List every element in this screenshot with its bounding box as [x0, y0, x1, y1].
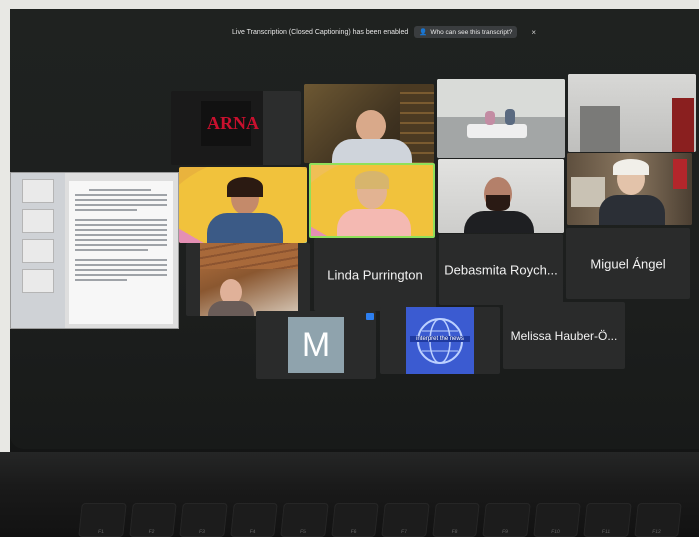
close-icon[interactable]: × [531, 28, 536, 37]
arna-logo: ARNA [207, 113, 259, 133]
key-f5[interactable]: F5 [280, 503, 329, 537]
participant-hair [613, 159, 649, 175]
participant-hair [227, 177, 263, 197]
participant-shirt [208, 301, 254, 316]
page-thumbnail[interactable] [22, 209, 54, 233]
room-person [485, 111, 495, 125]
transcription-banner: Live Transcription (Closed Captioning) h… [232, 25, 536, 39]
participant-shirt [332, 139, 412, 163]
video-tile-meeting-room[interactable] [437, 79, 565, 158]
document-thumbnails [11, 173, 65, 328]
doc-text-line [75, 219, 167, 221]
interpret-logo-bg: interpret the news [406, 307, 474, 374]
participant-name: Debasmita Roych... [444, 262, 558, 277]
document-window[interactable] [10, 172, 179, 329]
tile-interpret-the-news[interactable]: interpret the news [380, 307, 500, 374]
doc-text-line [75, 194, 167, 196]
participant-beard [486, 195, 510, 211]
participant-name: Melissa Hauber-Ö... [510, 328, 618, 343]
doc-text-line [75, 229, 167, 231]
who-can-see-button[interactable]: 👤 Who can see this transcript? [414, 26, 518, 38]
shelf [571, 177, 605, 207]
doc-text-line [75, 244, 167, 246]
background-wall [0, 0, 699, 9]
menu-icon[interactable] [366, 313, 374, 320]
avatar-initial: M [301, 325, 331, 364]
key-f3[interactable]: F3 [179, 503, 228, 537]
doc-text-line [75, 239, 167, 241]
participant-head [356, 110, 386, 142]
tile-initial-m[interactable]: M [256, 311, 376, 379]
key-f9[interactable]: F9 [482, 503, 531, 537]
doorway [580, 106, 620, 152]
key-f7[interactable]: F7 [381, 503, 430, 537]
banner-text: Live Transcription (Closed Captioning) h… [232, 28, 409, 36]
doc-text-line [75, 234, 167, 236]
tile-gap [263, 91, 301, 165]
room-person [505, 109, 515, 125]
tile-miguel-angel[interactable]: Miguel Ángel [566, 228, 690, 299]
doc-text-line [89, 189, 152, 191]
wood-ceiling [200, 243, 298, 269]
doc-text-line [75, 199, 167, 201]
video-tile-bearded-man[interactable] [438, 159, 564, 233]
participant-shirt [464, 211, 534, 233]
red-object [673, 159, 687, 189]
doc-text-line [75, 279, 127, 281]
key-f12[interactable]: F12 [633, 503, 682, 537]
video-tile-active-speaker[interactable] [309, 163, 435, 238]
key-f11[interactable]: F11 [583, 503, 632, 537]
red-chair [672, 98, 694, 152]
doc-text-line [75, 274, 167, 276]
key-f1[interactable]: F1 [78, 503, 127, 537]
doc-text-line [75, 259, 167, 261]
doc-text-line [75, 204, 167, 206]
doc-text-line [75, 249, 148, 251]
page-thumbnail[interactable] [22, 269, 54, 293]
room-wall [437, 79, 565, 117]
participant-hair [355, 171, 389, 189]
video-tile-woman-cabin[interactable] [186, 243, 310, 316]
participant-shirt [337, 209, 411, 236]
tile-debasmita[interactable]: Debasmita Roych... [439, 234, 563, 305]
function-key-row: F1 F2 F3 F4 F5 F6 F7 F8 F9 F10 F11 F12 [78, 503, 682, 537]
video-tile-woman-headset[interactable] [179, 167, 307, 243]
tile-linda-purrington[interactable]: Linda Purrington [314, 238, 436, 311]
doc-text-line [75, 224, 167, 226]
doc-text-line [75, 269, 167, 271]
who-can-see-label: Who can see this transcript? [430, 28, 513, 36]
interpret-logo-text: interpret the news [410, 336, 470, 342]
video-tile-empty-room[interactable] [568, 74, 696, 152]
key-f8[interactable]: F8 [431, 503, 480, 537]
key-f2[interactable]: F2 [128, 503, 177, 537]
video-tile-man-office[interactable] [304, 84, 434, 163]
participant-name: Linda Purrington [327, 267, 423, 282]
avatar: M [288, 317, 344, 373]
tile-melissa[interactable]: Melissa Hauber-Ö... [503, 302, 625, 369]
meeting-table [467, 124, 527, 138]
video-tile-older-woman[interactable] [567, 153, 692, 225]
key-f4[interactable]: F4 [229, 503, 278, 537]
participant-shirt [599, 195, 665, 225]
page-thumbnail[interactable] [22, 239, 54, 263]
participant-name: Miguel Ángel [590, 256, 666, 271]
key-f10[interactable]: F10 [532, 503, 581, 537]
doc-text-line [75, 209, 138, 211]
page-thumbnail[interactable] [22, 179, 54, 203]
video-tile-arna-logo[interactable]: ARNA [171, 91, 301, 165]
key-f6[interactable]: F6 [330, 503, 379, 537]
photo-frame: Live Transcription (Closed Captioning) h… [0, 0, 699, 537]
doc-text-line [75, 264, 167, 266]
person-icon: 👤 [419, 29, 428, 36]
participant-shirt [207, 213, 283, 243]
document-page [69, 181, 173, 324]
